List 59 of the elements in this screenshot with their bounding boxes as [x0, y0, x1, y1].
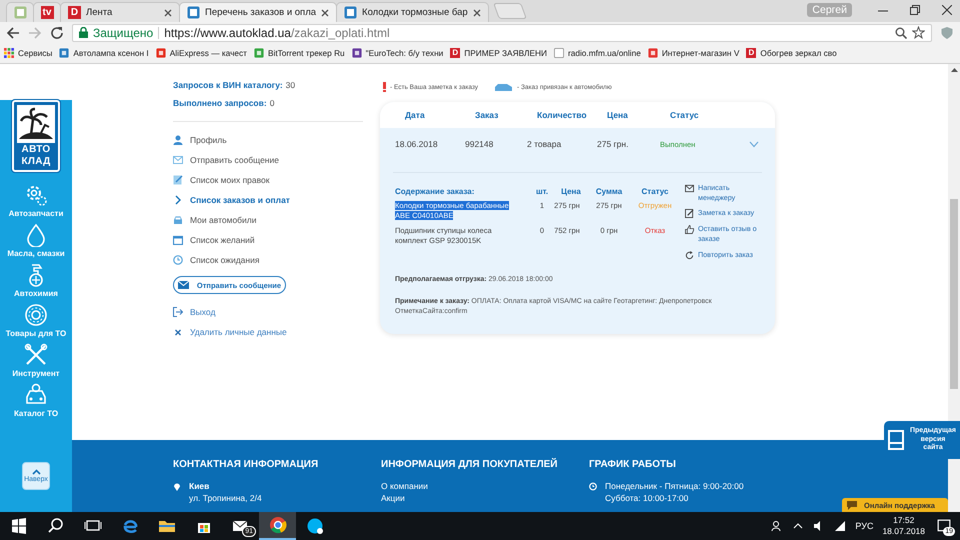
- browser-tab[interactable]: D Лента: [60, 2, 180, 22]
- bookmark[interactable]: Сервисы: [4, 48, 52, 58]
- favicon: D: [746, 48, 756, 58]
- column-header: Дата: [404, 110, 426, 120]
- language-indicator[interactable]: РУС: [855, 521, 874, 531]
- security-label: Защищено: [93, 26, 154, 40]
- stat-label: Выполнено запросов:: [173, 98, 267, 108]
- menu-item[interactable]: Список ожидания: [173, 250, 363, 270]
- column-header: Цена: [606, 110, 629, 120]
- browser-tab[interactable]: Колодки тормозные бар: [336, 2, 489, 22]
- browser-tab[interactable]: tv: [33, 2, 61, 22]
- order-quantity: 2 товара: [527, 139, 562, 149]
- column-header: Сумма: [594, 186, 624, 196]
- bookmark[interactable]: "EuroTech: б/у техни: [352, 48, 444, 58]
- city-name: Киев: [189, 481, 210, 491]
- menu-item[interactable]: Профиль: [173, 130, 363, 150]
- column-header: Содержание заказа:: [395, 186, 476, 196]
- account-link[interactable]: Удалить личные данные: [173, 322, 363, 342]
- schedule-text: Понедельник - Пятница: 9:00-20:00: [605, 481, 744, 491]
- order-price: 275 грн.: [597, 139, 630, 149]
- bookmark[interactable]: Автолампа ксенон I: [59, 48, 149, 58]
- bookmark[interactable]: D Обогрев зеркал сво: [746, 48, 837, 58]
- column-header: Цена: [560, 186, 582, 196]
- favicon: D: [450, 48, 460, 58]
- clock[interactable]: 17:52 18.07.2018: [882, 515, 925, 537]
- menu-item[interactable]: Отправить сообщение: [173, 150, 363, 170]
- column-header: шт.: [534, 186, 550, 196]
- footer-link[interactable]: О компании: [381, 481, 428, 491]
- favicon: tv: [40, 6, 54, 19]
- bookmark[interactable]: BitTorrent трекер Ru: [254, 48, 345, 58]
- address-text: ул. Тропинина, 2/4: [189, 493, 262, 503]
- footer-heading: ГРАФИК РАБОТЫ: [589, 459, 677, 470]
- bookmark[interactable]: Интернет-магазин V: [648, 48, 740, 58]
- menu-item[interactable]: Список заказов и оплат: [173, 190, 363, 210]
- browser-tab[interactable]: Перечень заказов и опла: [179, 2, 338, 22]
- footer-link[interactable]: Акции: [381, 493, 405, 503]
- menu-item[interactable]: Мои автомобили: [173, 210, 363, 230]
- account-link[interactable]: Выход: [173, 302, 363, 322]
- stat-value: 30: [286, 80, 296, 90]
- order-date: 18.06.2018: [395, 139, 439, 149]
- menu-item[interactable]: Список моих правок: [173, 170, 363, 190]
- stat-label: Запросов к ВИН каталогу:: [173, 80, 283, 90]
- order-number: 992148: [465, 139, 494, 149]
- schedule-text: Суббота: 10:00-17:00: [605, 493, 688, 503]
- column-header: Статус: [640, 186, 670, 196]
- stat-value: 0: [270, 98, 274, 108]
- column-header: Количество: [536, 110, 588, 120]
- favicon: D: [68, 6, 81, 19]
- footer-heading: ИНФОРМАЦИЯ ДЛЯ ПОКУПАТЕЛЕЙ: [381, 459, 558, 470]
- bookmark[interactable]: radio.mfm.ua/online: [554, 48, 641, 58]
- footer-heading: КОНТАКТНАЯ ИНФОРМАЦИЯ: [173, 459, 320, 470]
- url-text: https://www.autoklad.ua/zakazi_oplati.html: [164, 26, 391, 40]
- menu-item[interactable]: Список желаний: [173, 230, 363, 250]
- logo[interactable]: АВТО КЛАД: [12, 100, 60, 172]
- bookmark[interactable]: AliExpress — качест: [156, 48, 247, 58]
- bookmark[interactable]: D ПРИМЕР ЗАЯВЛЕНИ: [450, 48, 547, 58]
- address-bar[interactable]: Защищено https://www.autoklad.ua/zakazi_oplati.html: [72, 24, 932, 42]
- column-header: Заказ: [474, 110, 500, 120]
- column-header: Статус: [669, 110, 700, 120]
